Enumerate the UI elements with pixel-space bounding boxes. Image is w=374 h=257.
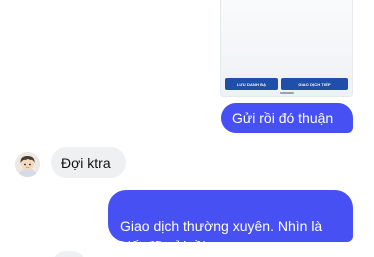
message-bubble-received[interactable]: Đợi ktra (51, 147, 126, 178)
save-contact-button-in-image: LƯU DANH BẠ (225, 78, 278, 90)
avatar-cartoon-boy-icon (15, 152, 40, 177)
next-transaction-button-in-image: GIAO DỊCH TIẾP (281, 78, 348, 90)
shared-screenshot-image[interactable]: LƯU DANH BẠ GIAO DỊCH TIẾP (220, 0, 353, 97)
message-bubble-sent[interactable]: Giao dịch thường xuyên. Nhìn là biết đã … (108, 190, 353, 254)
message-text: Gửi rồi đó thuận (232, 110, 334, 126)
home-indicator (221, 92, 352, 95)
message-text: Giao dịch thường xuyên. Nhìn là biết đã … (120, 218, 323, 254)
message-text: Đợi ktra (61, 155, 111, 171)
next-message-bubble-peek (52, 251, 86, 257)
message-bubble-sent[interactable]: Gửi rồi đó thuận (221, 103, 353, 133)
avatar[interactable] (15, 152, 40, 177)
chat-thread: LƯU DANH BẠ GIAO DỊCH TIẾP Gửi rồi đó th… (0, 0, 374, 257)
